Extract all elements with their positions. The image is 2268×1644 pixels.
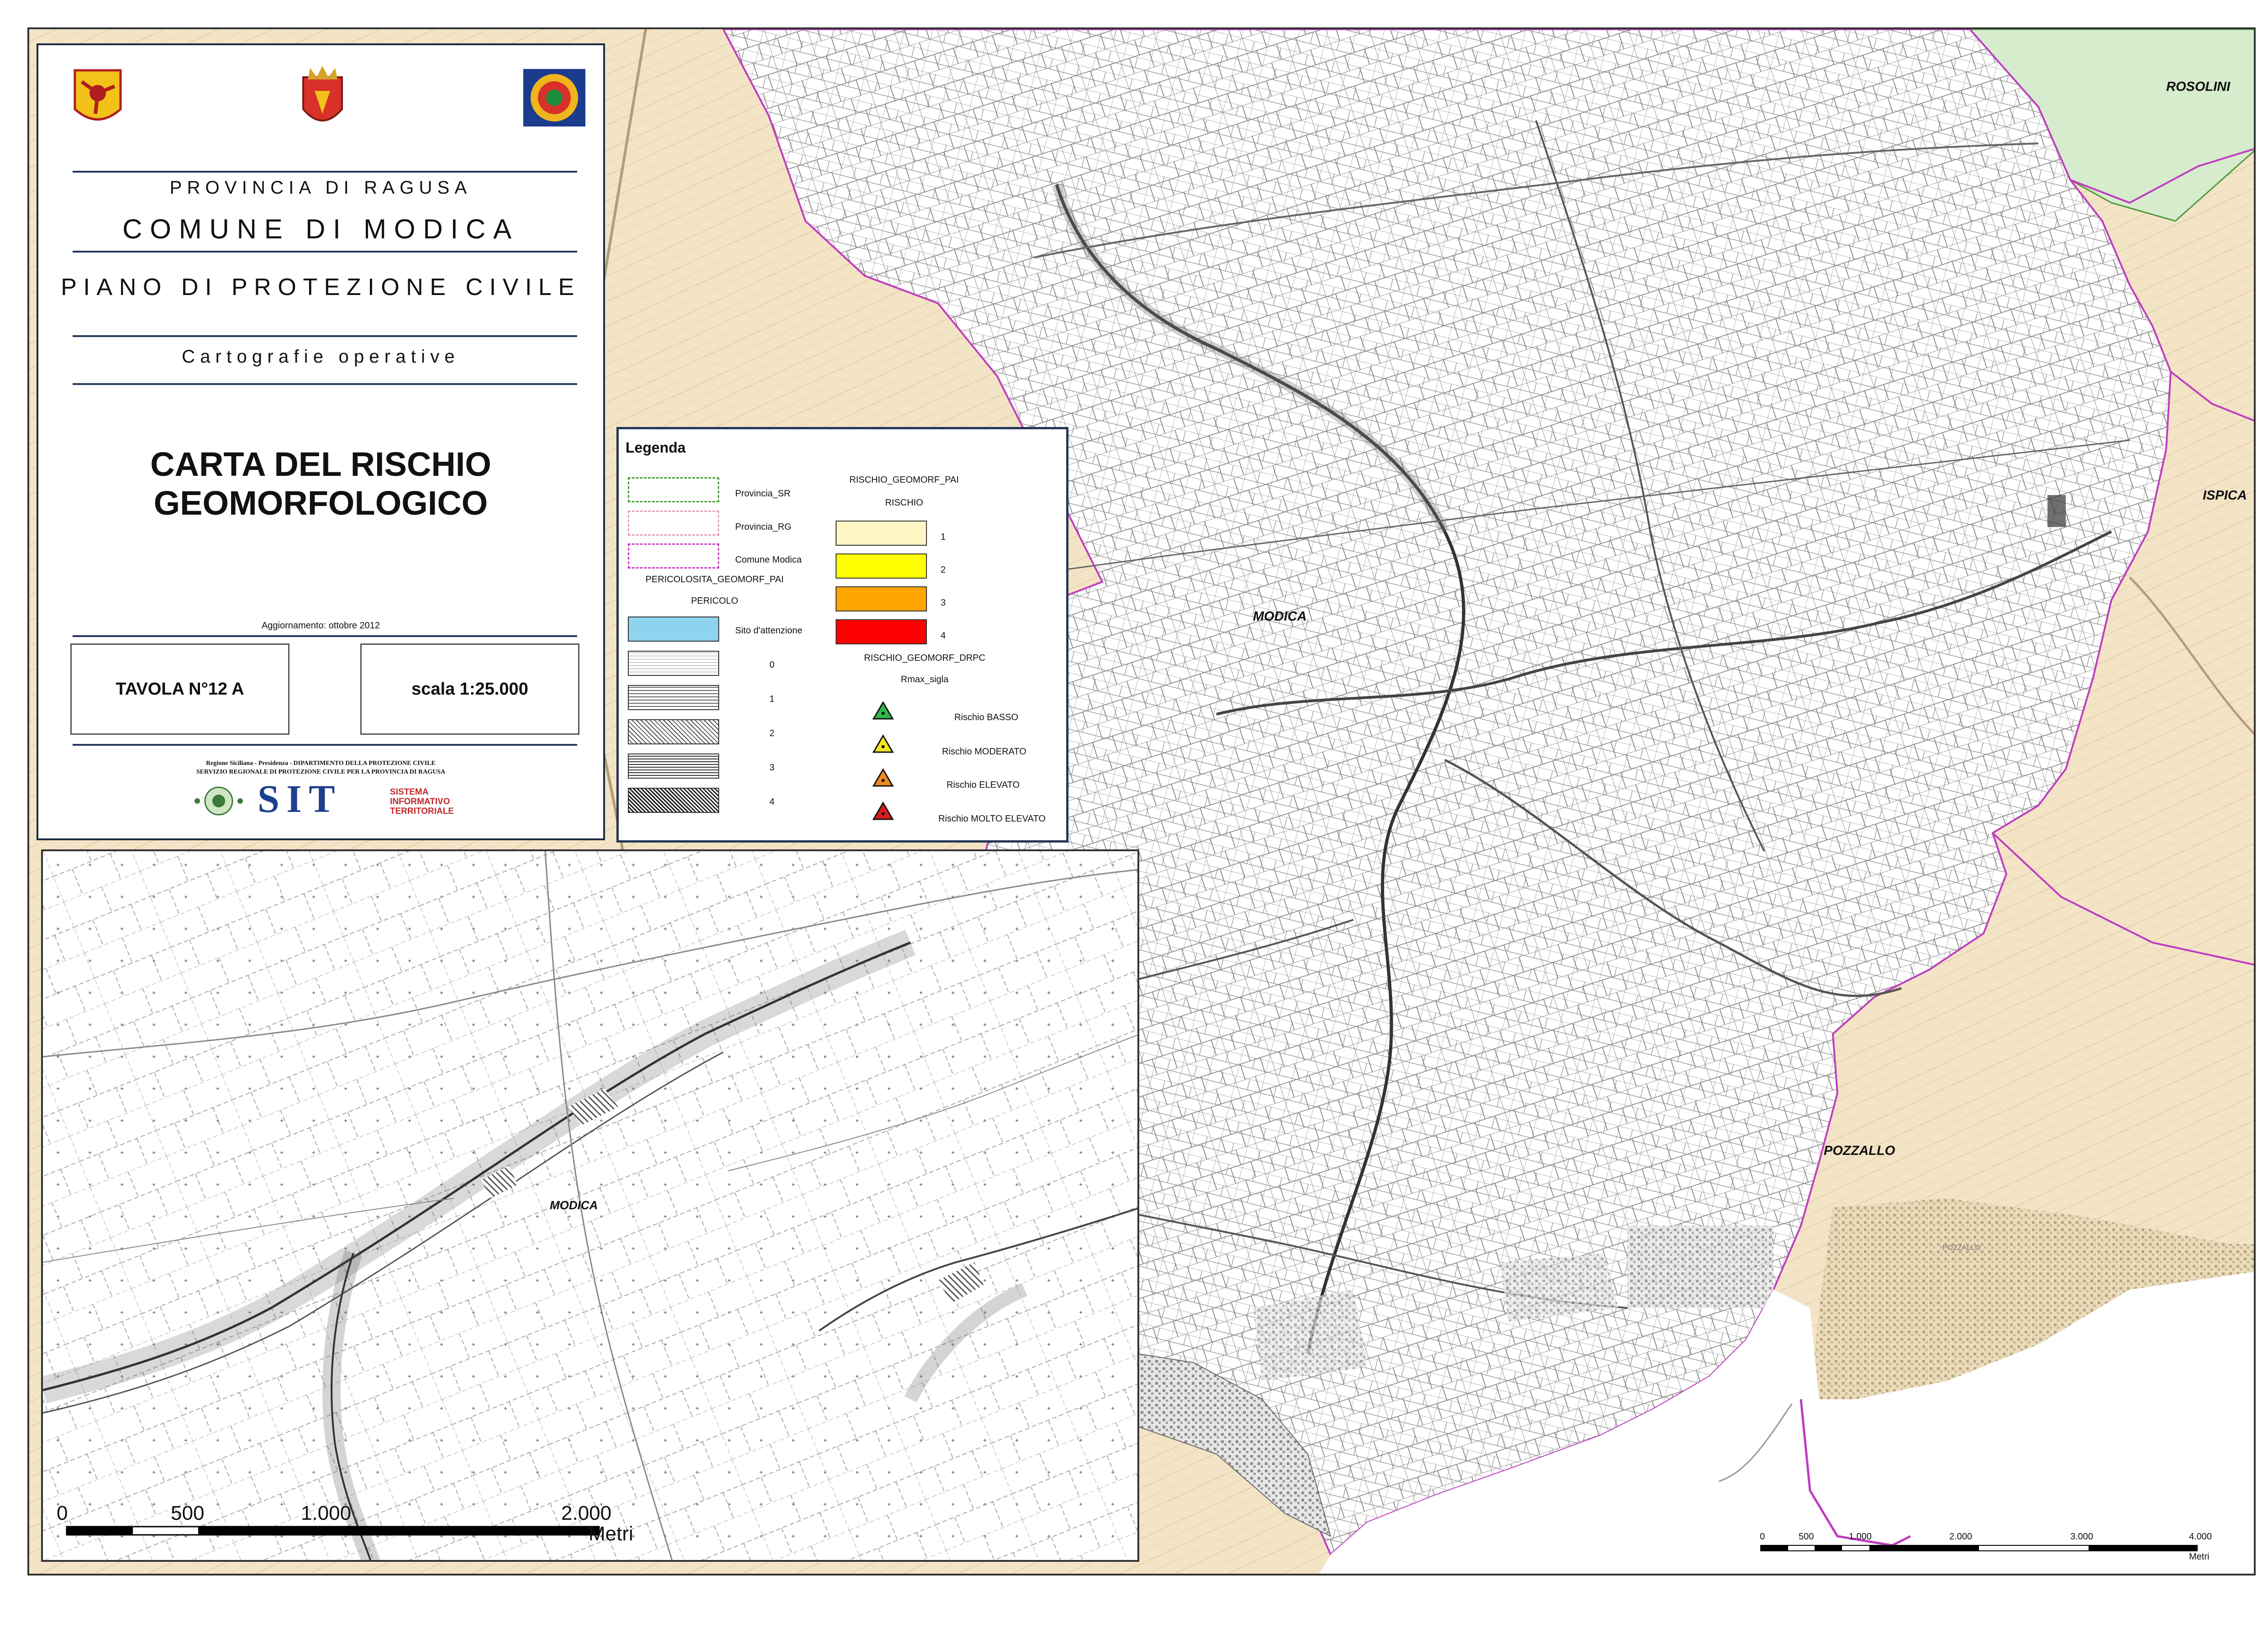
provincia-sr-label: Provincia_SR	[735, 489, 791, 499]
rischio-molto-elevato-icon	[872, 801, 894, 820]
rischio-2-label: 2	[941, 565, 946, 575]
rischio-4-swatch	[836, 619, 927, 644]
inset-scalebar: 0 500 1.000 2.000 Metri	[52, 1502, 682, 1552]
tavola-label: TAVOLA N°12 A	[116, 679, 244, 699]
provincia-rg-swatch	[628, 511, 719, 536]
inset-scale-tick: 500	[171, 1502, 205, 1524]
comune-modica-label: Comune Modica	[735, 555, 802, 565]
rischio-header: RISCHIO	[885, 498, 923, 508]
ragusa-province-logo	[296, 63, 349, 132]
pericolo-3-label: 3	[769, 763, 775, 773]
rischio-elevato-icon	[872, 768, 894, 787]
label-pozzallo: POZZALLO	[1824, 1143, 1895, 1158]
inset-scale-tick: 2.000	[561, 1502, 612, 1524]
label-modica: MODICA	[1253, 609, 1307, 624]
scale-tick: 500	[1799, 1532, 1814, 1542]
map-title-line1: CARTA DEL RISCHIO	[150, 445, 491, 483]
comune-heading: COMUNE DI MODICA	[122, 214, 519, 244]
title-panel: PROVINCIA DI RAGUSA COMUNE DI MODICA PIA…	[37, 43, 605, 840]
pericolo-2-swatch	[628, 719, 719, 744]
legend-panel: Legenda Provincia_SR Provincia_RG Comune…	[616, 427, 1068, 843]
provincia-sr-swatch	[628, 477, 719, 502]
rischio-2-swatch	[836, 553, 927, 579]
scale-tick: 3.000	[2070, 1532, 2094, 1542]
rischio-elevato-label: Rischio ELEVATO	[947, 780, 1020, 790]
label-pozzallo-small: POZZALLO	[1942, 1244, 1981, 1252]
inset-scale-tick: 1.000	[301, 1502, 352, 1524]
rischio-1-swatch	[836, 521, 927, 546]
rischio-3-label: 3	[941, 598, 946, 608]
credits-line2: SERVIZIO REGIONALE DI PROTEZIONE CIVILE …	[196, 769, 446, 775]
pericolo-4-swatch	[628, 788, 719, 813]
dpc-seal-logo	[189, 783, 248, 819]
label-rosolini: ROSOLINI	[2166, 79, 2231, 94]
rischio-moderato-label: Rischio MODERATO	[942, 747, 1026, 757]
scale-tick: 0	[1760, 1532, 1765, 1542]
scala-box: scala 1:25.000	[360, 643, 579, 735]
rischio-3-swatch	[836, 586, 927, 611]
pericolo-0-swatch	[628, 651, 719, 676]
sit-desc-line1: SISTEMA	[390, 787, 429, 797]
drpc-header: RISCHIO_GEOMORF_DRPC	[864, 653, 985, 663]
rischio-basso-icon	[872, 701, 894, 720]
rischio-molto-elevato-label: Rischio MOLTO ELEVATO	[938, 814, 1046, 824]
cartografie-subtitle: Cartografie operative	[182, 347, 460, 367]
sicily-region-logo	[73, 68, 123, 130]
label-ispica: ISPICA	[2203, 488, 2247, 503]
aggiornamento-note: Aggiornamento: ottobre 2012	[261, 621, 380, 631]
scale-tick: 1.000	[1849, 1532, 1872, 1542]
piano-heading: PIANO DI PROTEZIONE CIVILE	[61, 274, 581, 300]
sit-desc-line3: TERRITORIALE	[390, 806, 454, 816]
scale-unit: Metri	[2189, 1552, 2210, 1562]
inset-label-modica: MODICA	[550, 1198, 598, 1212]
pericolo-header: PERICOLO	[691, 596, 738, 606]
pericolo-1-label: 1	[769, 694, 775, 704]
sito-attenzione-swatch	[628, 616, 719, 642]
sito-attenzione-label: Sito d'attenzione	[735, 626, 803, 636]
tavola-box: TAVOLA N°12 A	[70, 643, 289, 735]
rmax-header: Rmax_sigla	[900, 674, 949, 685]
pericolo-3-swatch	[628, 754, 719, 779]
rischio-basso-label: Rischio BASSO	[954, 712, 1019, 722]
inset-detail-map[interactable]: MODICA 0 500 1.000 2.000 Metri	[41, 849, 1139, 1562]
inset-scale-unit: Metri	[589, 1523, 633, 1545]
rischio-pai-header: RISCHIO_GEOMORF_PAI	[849, 475, 959, 485]
map-title-line2: GEOMORFOLOGICO	[153, 484, 488, 522]
comune-modica-swatch	[628, 543, 719, 569]
sit-logo-text: SIT	[258, 777, 342, 821]
legend-title: Legenda	[626, 439, 686, 456]
sit-description: SISTEMA INFORMATIVO TERRITORIALE	[390, 787, 454, 816]
rischio-1-label: 1	[941, 532, 946, 542]
scale-tick: 4.000	[2189, 1532, 2212, 1542]
pericolosita-header: PERICOLOSITA_GEOMORF_PAI	[645, 574, 784, 585]
rischio-moderato-icon	[872, 734, 894, 753]
pericolo-1-swatch	[628, 685, 719, 710]
provincia-heading: PROVINCIA DI RAGUSA	[169, 178, 472, 198]
credits-line1: Regione Siciliana - Presidenza - DIPARTI…	[206, 760, 436, 767]
scala-label: scala 1:25.000	[411, 679, 528, 699]
protezione-civile-logo	[522, 68, 586, 127]
sit-desc-line2: INFORMATIVO	[390, 797, 450, 806]
inset-scale-tick: 0	[57, 1502, 68, 1524]
provincia-rg-label: Provincia_RG	[735, 522, 792, 532]
pericolo-4-label: 4	[769, 797, 775, 807]
pericolo-2-label: 2	[769, 728, 775, 738]
pericolo-0-label: 0	[769, 660, 775, 670]
rischio-4-label: 4	[941, 631, 946, 641]
main-scalebar: 0 500 1.000 2.000 3.000 4.000 Metri	[1760, 1532, 2212, 1564]
scale-tick: 2.000	[1949, 1532, 1973, 1542]
